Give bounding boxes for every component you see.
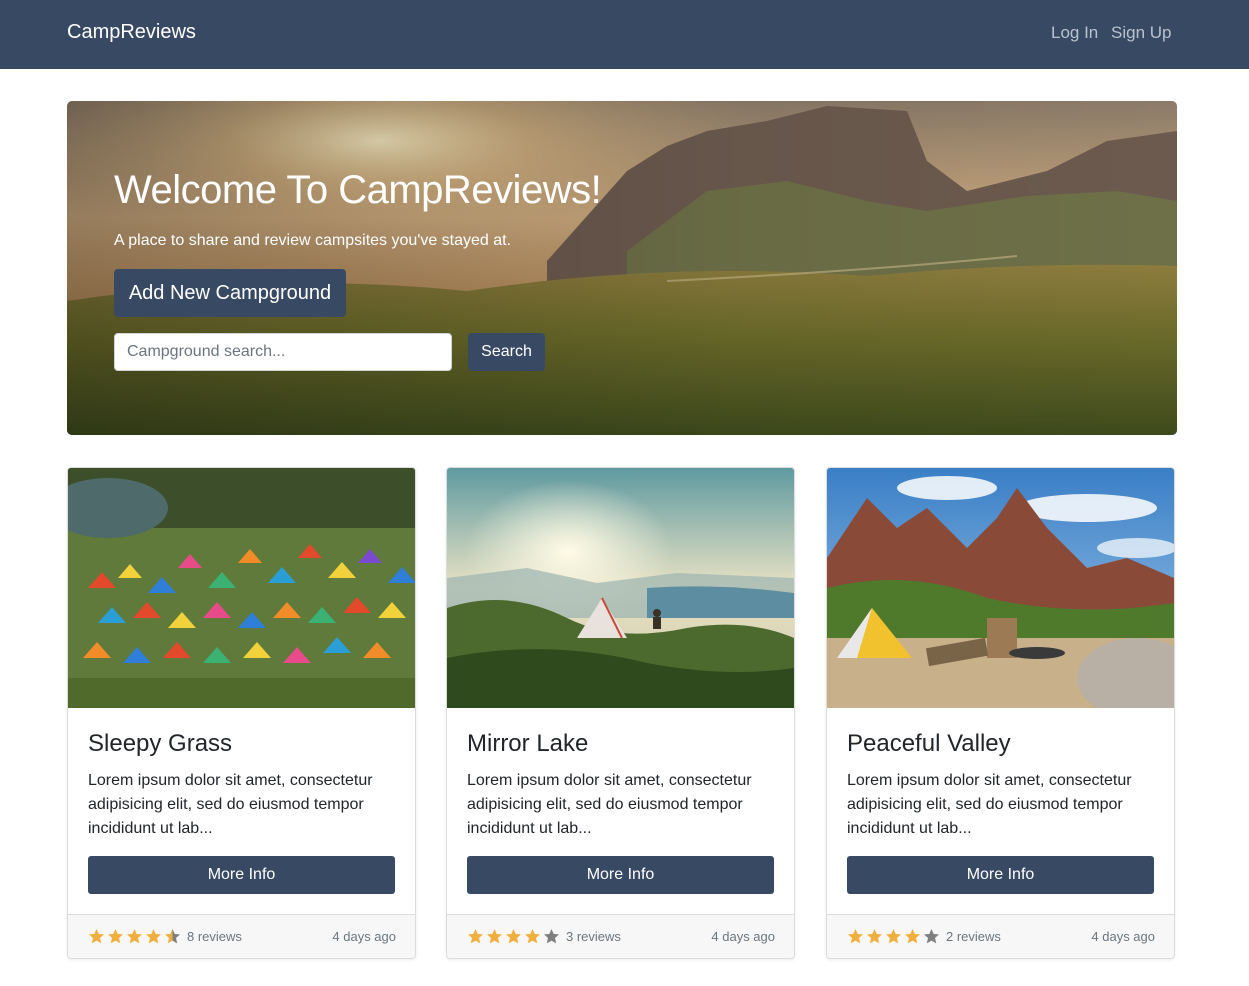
card-date: 4 days ago [711,929,775,944]
campground-image [68,468,415,708]
hero-title: Welcome To CampReviews! [114,168,602,212]
card-description: Lorem ipsum dolor sit amet, consectetur … [467,772,752,837]
star-empty-icon [924,929,939,944]
card-title: Peaceful Valley [847,730,1011,757]
hero-subtitle: A place to share and review campsites yo… [114,232,512,249]
card-description: Lorem ipsum dolor sit amet, consectetur … [847,772,1132,837]
star-filled-icon [867,929,882,944]
hero-landscape-image [67,101,1177,435]
more-info-button[interactable]: More Info [467,856,774,894]
search-button[interactable]: Search [468,333,545,371]
star-rating [847,928,940,945]
campground-image [447,468,794,708]
star-filled-icon [468,929,483,944]
star-rating [467,928,560,945]
star-filled-icon [905,929,920,944]
hero-banner: Welcome To CampReviews! A place to share… [67,101,1177,435]
campground-card: Peaceful Valley Lorem ipsum dolor sit am… [826,467,1175,959]
star-filled-icon [525,929,540,944]
star-rating [88,928,181,945]
campground-card: Mirror Lake Lorem ipsum dolor sit amet, … [446,467,795,959]
star-filled-icon [108,929,123,944]
card-description: Lorem ipsum dolor sit amet, consectetur … [88,772,373,837]
campground-search-input[interactable] [114,333,452,371]
star-filled-icon [487,929,502,944]
review-count: 3 reviews [566,929,621,944]
card-footer: 8 reviews 4 days ago [68,914,415,958]
star-filled-icon [848,929,863,944]
star-filled-icon [886,929,901,944]
star-half-icon [165,929,180,944]
star-empty-icon [544,929,559,944]
signup-link[interactable]: Sign Up [1111,23,1171,43]
card-date: 4 days ago [332,929,396,944]
star-filled-icon [506,929,521,944]
card-title: Sleepy Grass [88,730,233,757]
add-campground-button[interactable]: Add New Campground [114,269,346,317]
campground-image [827,468,1174,708]
card-date: 4 days ago [1091,929,1155,944]
brand-link[interactable]: CampReviews [67,21,196,44]
campground-card: Sleepy Grass Lorem ipsum dolor sit amet,… [67,467,416,959]
card-title: Mirror Lake [467,730,589,757]
review-count: 2 reviews [946,929,1001,944]
more-info-button[interactable]: More Info [847,856,1154,894]
review-count: 8 reviews [187,929,242,944]
star-filled-icon [127,929,142,944]
star-filled-icon [146,929,161,944]
login-link[interactable]: Log In [1051,23,1098,43]
card-footer: 2 reviews 4 days ago [827,914,1174,958]
star-filled-icon [89,929,104,944]
more-info-button[interactable]: More Info [88,856,395,894]
card-footer: 3 reviews 4 days ago [447,914,794,958]
navbar: CampReviews Log In Sign Up [0,0,1249,69]
